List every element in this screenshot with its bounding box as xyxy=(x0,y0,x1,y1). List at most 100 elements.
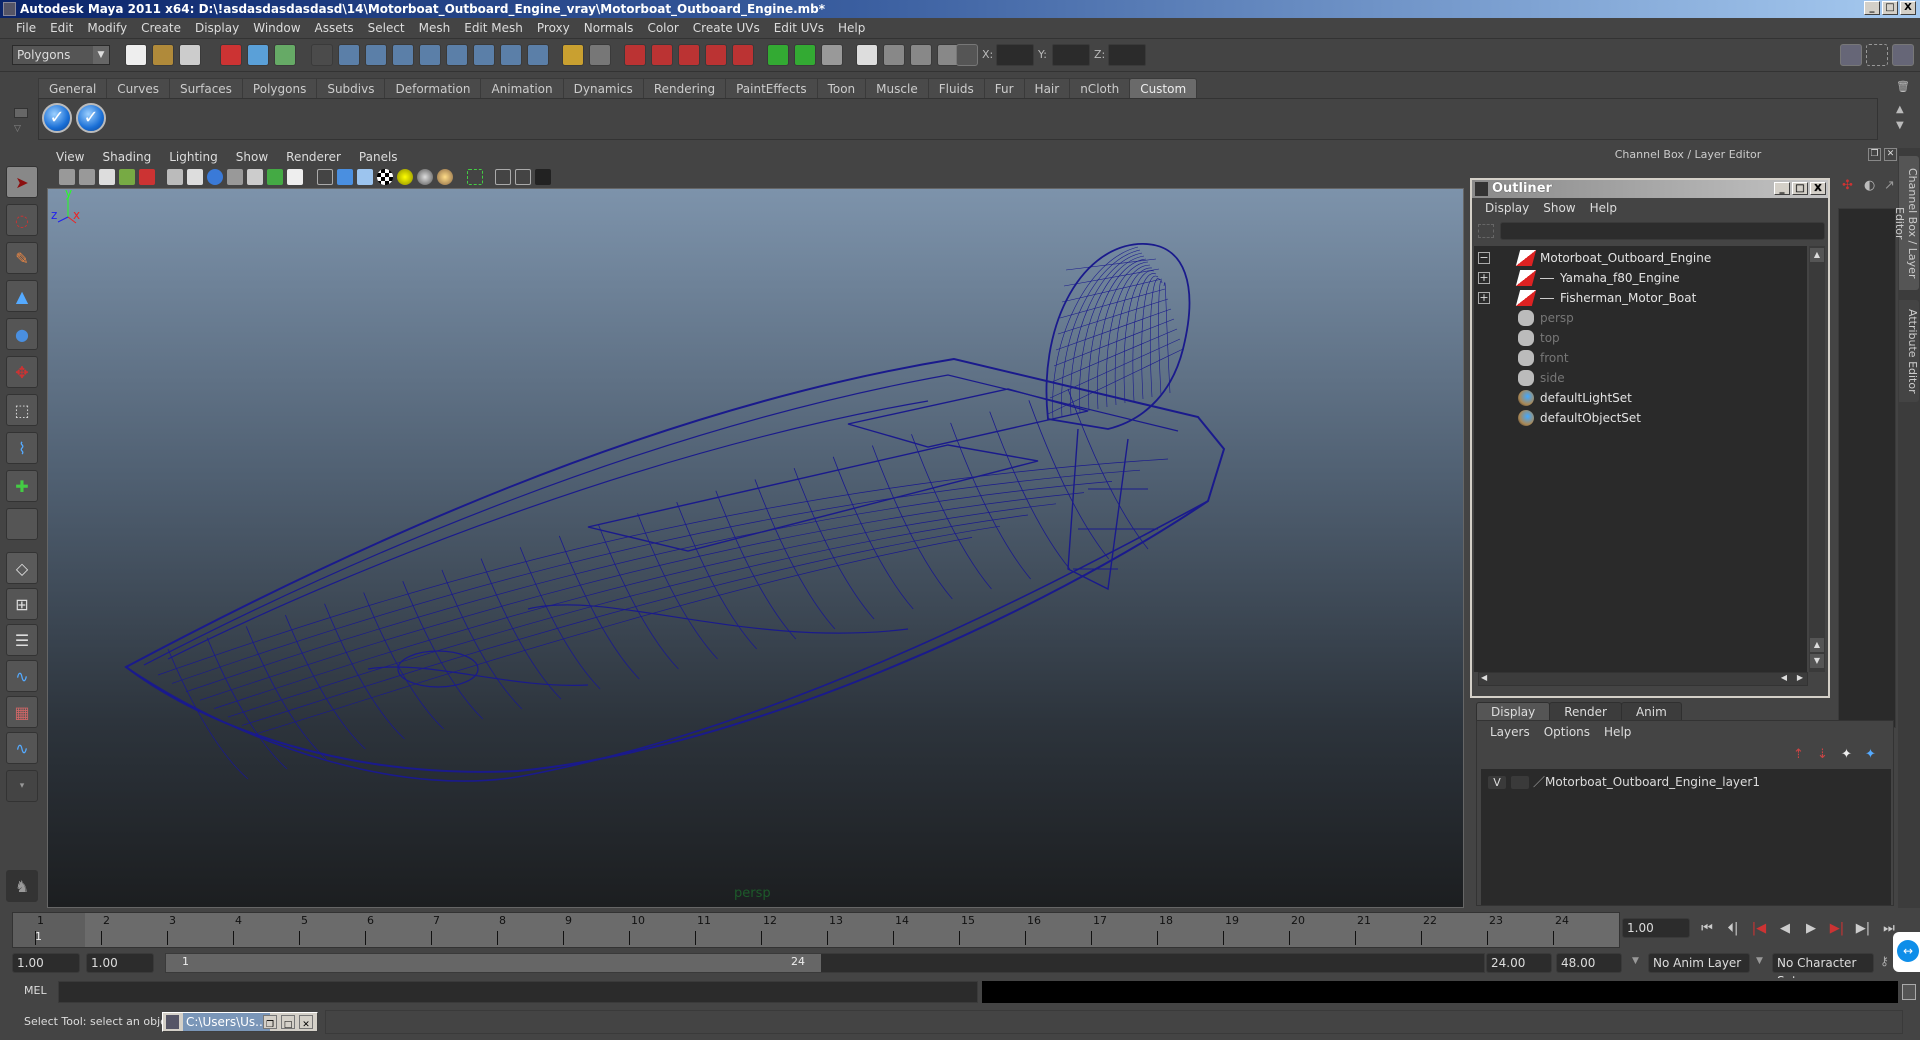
end-time-field[interactable]: 48.00 xyxy=(1556,953,1622,973)
step-back-frame-button[interactable]: |◀ xyxy=(1748,918,1770,940)
select-hierarchy-icon[interactable] xyxy=(220,44,242,66)
wireframe-on-shaded-icon[interactable] xyxy=(357,169,373,185)
select-curves-icon[interactable] xyxy=(392,44,414,66)
filter-selection-icon[interactable] xyxy=(1478,224,1494,238)
viewport-menu-shading[interactable]: Shading xyxy=(93,150,160,164)
layer-tab-display[interactable]: Display xyxy=(1476,702,1551,720)
minimize-button[interactable]: _ xyxy=(1864,1,1880,15)
restore-icon[interactable]: ❐ xyxy=(263,1015,277,1030)
outliner-menu-display[interactable]: Display xyxy=(1478,201,1536,215)
universal-manipulator-button[interactable]: ⬚ xyxy=(6,394,38,426)
shelf-tab-fluids[interactable]: Fluids xyxy=(927,78,985,98)
shelf-tab-fur[interactable]: Fur xyxy=(983,78,1025,98)
share-icon[interactable] xyxy=(535,169,551,185)
select-component-icon[interactable] xyxy=(274,44,296,66)
playback-end-field[interactable]: 24.00 xyxy=(1486,953,1552,973)
close-button[interactable]: X xyxy=(1900,1,1916,15)
menu-proxy[interactable]: Proxy xyxy=(530,21,577,35)
select-surfaces-icon[interactable] xyxy=(419,44,441,66)
side-tab-attribute-editor[interactable]: Attribute Editor xyxy=(1899,300,1919,402)
select-misc-icon[interactable] xyxy=(527,44,549,66)
outliner-item[interactable]: top xyxy=(1474,328,1794,348)
isolate-select-icon[interactable] xyxy=(467,169,483,185)
perspective-viewport[interactable]: y x z persp xyxy=(47,188,1464,908)
xray-joints-icon[interactable] xyxy=(515,169,531,185)
step-forward-key-button[interactable]: ▶| xyxy=(1852,918,1874,940)
layer-tab-render[interactable]: Render xyxy=(1549,702,1622,720)
ipr-render-icon[interactable] xyxy=(910,44,932,66)
save-scene-icon[interactable] xyxy=(179,44,201,66)
outliner-item[interactable]: defaultLightSet xyxy=(1474,388,1794,408)
snap-view-plane-icon[interactable] xyxy=(705,44,727,66)
manipulator-icon[interactable]: ✣ xyxy=(1842,178,1853,193)
float-panel-icon[interactable]: ❐ xyxy=(1868,148,1881,161)
layout-outliner-perspective[interactable]: ☰ xyxy=(6,624,38,656)
snap-curve-icon[interactable] xyxy=(651,44,673,66)
time-slider[interactable]: 1 1 2 3 4 5 6 7 8 9 10 11 12 13 14 15 16 17 18 19 20 21 22 23 2… xyxy=(12,912,1620,948)
playback-start-field[interactable]: 1.00 xyxy=(86,953,154,973)
shelf-menu-icon[interactable] xyxy=(14,108,28,118)
scroll-up-icon[interactable]: ▲ xyxy=(1810,248,1824,262)
camera-attributes-icon[interactable] xyxy=(79,169,95,185)
make-live-icon[interactable] xyxy=(732,44,754,66)
soft-modification-button[interactable]: ⌇ xyxy=(6,432,38,464)
range-slider-handle[interactable]: 1 24 xyxy=(166,954,821,972)
maximize-icon[interactable]: □ xyxy=(281,1015,295,1030)
layer-visibility-toggle[interactable]: V xyxy=(1487,775,1507,790)
open-scene-icon[interactable] xyxy=(152,44,174,66)
paint-select-tool-button[interactable]: ✎ xyxy=(6,242,38,274)
shelf-tab-toon[interactable]: Toon xyxy=(816,78,867,98)
maximize-button[interactable]: □ xyxy=(1882,1,1898,15)
shelf-tab-custom[interactable]: Custom xyxy=(1129,78,1198,98)
anim-layer-dropdown[interactable]: No Anim Layer xyxy=(1648,953,1750,973)
scroll-right-icon[interactable]: ▶ xyxy=(1797,673,1803,682)
use-all-lights-icon[interactable] xyxy=(437,169,453,185)
scroll-up-icon[interactable]: ▲ xyxy=(1810,638,1824,652)
shelf-tab-subdivs[interactable]: Subdivs xyxy=(316,78,386,98)
channel-box-hyper-icon[interactable]: ↗ xyxy=(1884,178,1895,193)
move-layer-up-icon[interactable]: ⇡ xyxy=(1793,747,1804,762)
menu-select[interactable]: Select xyxy=(361,21,412,35)
outliner-filter-input[interactable] xyxy=(1500,222,1825,240)
current-frame-field[interactable]: 1.00 xyxy=(1622,918,1690,938)
layout-persp-graph-hypergraph[interactable]: ∿ xyxy=(6,732,38,764)
outliner-item[interactable]: defaultObjectSet xyxy=(1474,408,1794,428)
step-back-key-button[interactable]: ⏴| xyxy=(1722,918,1744,940)
scroll-left-icon[interactable]: ◀ xyxy=(1781,673,1787,682)
shelf-tab-surfaces[interactable]: Surfaces xyxy=(168,78,243,98)
create-empty-layer-icon[interactable]: ✦ xyxy=(1841,747,1852,762)
maya-logo-button[interactable]: ♞ xyxy=(6,870,38,902)
viewport-menu-renderer[interactable]: Renderer xyxy=(277,150,350,164)
snap-grid-icon[interactable] xyxy=(624,44,646,66)
minimized-script-window[interactable]: C:\Users\Us... ❐ □ ✕ xyxy=(162,1012,318,1032)
viewport-menu-panels[interactable]: Panels xyxy=(350,150,407,164)
chevron-down-icon[interactable]: ▼ xyxy=(1756,956,1763,966)
scroll-down-icon[interactable]: ▼ xyxy=(1810,654,1824,668)
shelf-button-check-2[interactable]: ✓ xyxy=(76,103,106,133)
shelf-scroll-up-icon[interactable]: ▲ xyxy=(1896,104,1904,115)
outliner-item[interactable]: + Fisherman_Motor_Boat xyxy=(1474,288,1794,308)
select-handles-icon[interactable] xyxy=(338,44,360,66)
side-tab-channel-box[interactable]: Channel Box / Layer Editor xyxy=(1893,156,1919,290)
layer-menu-help[interactable]: Help xyxy=(1597,725,1638,739)
last-tool-used-button[interactable] xyxy=(6,508,38,540)
layout-hypershade-perspective[interactable]: ▦ xyxy=(6,696,38,728)
default-lighting-icon[interactable] xyxy=(397,169,413,185)
shelf-tab-ncloth[interactable]: nCloth xyxy=(1069,78,1131,98)
outliner-vertical-scrollbar[interactable]: ▲ ▲ ▼ xyxy=(1809,246,1825,672)
select-dynamics-icon[interactable] xyxy=(473,44,495,66)
outliner-menu-help[interactable]: Help xyxy=(1583,201,1624,215)
layer-menu-layers[interactable]: Layers xyxy=(1483,725,1537,739)
scale-tool-button[interactable]: ✥ xyxy=(6,356,38,388)
safe-title-icon[interactable] xyxy=(287,169,303,185)
layout-perspective-graph[interactable]: ∿ xyxy=(6,660,38,692)
smooth-shade-icon[interactable] xyxy=(337,169,353,185)
select-deformations-icon[interactable] xyxy=(446,44,468,66)
film-gate-icon[interactable] xyxy=(187,169,203,185)
input-line-mode-icon[interactable] xyxy=(956,44,978,66)
shelf-tab-dropdown-icon[interactable]: ▽ xyxy=(14,124,21,134)
layout-four-view[interactable]: ⊞ xyxy=(6,588,38,620)
menu-color[interactable]: Color xyxy=(640,21,685,35)
rotate-tool-button[interactable]: ● xyxy=(6,318,38,350)
shelf-tab-general[interactable]: General xyxy=(38,78,108,98)
